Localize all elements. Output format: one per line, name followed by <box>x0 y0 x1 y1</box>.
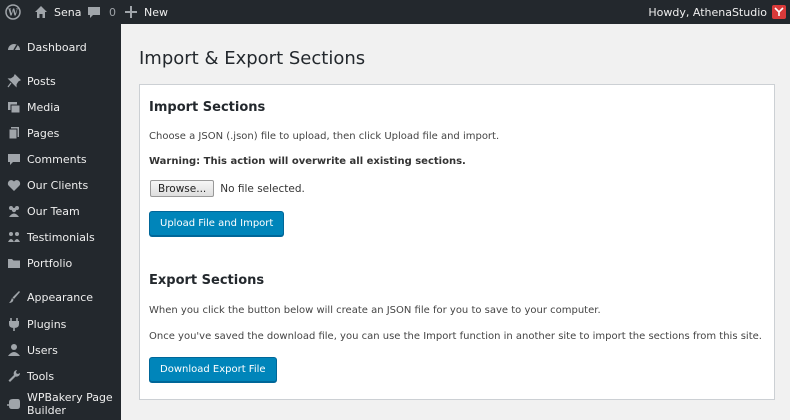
file-input[interactable]: Browse... No file selected. <box>150 180 305 197</box>
export-sections-heading: Export Sections <box>149 273 265 288</box>
sidebar-item-comments[interactable]: Comments <box>0 146 121 172</box>
comments-link[interactable]: 0 <box>86 0 116 24</box>
file-status: No file selected. <box>220 182 305 195</box>
sidebar-item-posts[interactable]: Posts <box>0 68 121 94</box>
heart-icon <box>7 180 21 191</box>
comment-icon <box>88 7 100 18</box>
wordpress-logo-icon: W <box>5 4 21 20</box>
sidebar-item-our-team[interactable]: Our Team <box>0 198 121 224</box>
brush-icon <box>9 291 20 303</box>
home-icon <box>35 6 47 18</box>
user-icon <box>8 344 20 356</box>
folder-icon <box>8 259 20 268</box>
wpbakery-icon <box>7 399 20 409</box>
export-description-2: Once you've saved the download file, you… <box>149 331 762 342</box>
import-warning: Warning: This action will overwrite all … <box>149 156 466 167</box>
comment-icon <box>8 154 20 165</box>
sidebar-item-portfolio[interactable]: Portfolio <box>0 250 121 276</box>
testimonials-icon <box>8 232 20 242</box>
admin-sidebar: Dashboard Posts Media Pages Comments Our… <box>0 24 121 420</box>
account-menu[interactable]: Howdy, AthenaStudio <box>648 0 786 24</box>
avatar-logo-icon <box>774 7 784 16</box>
new-label: New <box>144 5 168 19</box>
plugin-icon <box>9 318 19 331</box>
sidebar-item-plugins[interactable]: Plugins <box>0 311 121 337</box>
sidebar-item-media[interactable]: Media <box>0 94 121 120</box>
site-name: Sena <box>54 5 82 19</box>
howdy-text: Howdy, AthenaStudio <box>648 5 767 19</box>
sidebar-item-our-clients[interactable]: Our Clients <box>0 172 121 198</box>
site-name-link[interactable]: Sena <box>33 0 81 24</box>
sidebar-item-wpbakery[interactable]: WPBakery Page Builder <box>0 390 121 420</box>
sidebar-item-tools[interactable]: Tools <box>0 363 121 389</box>
pin-icon <box>7 73 22 88</box>
wrench-icon <box>8 370 21 382</box>
admin-bar: W Sena 0 New Howdy, AthenaStudio <box>0 0 790 24</box>
pages-icon <box>8 127 19 140</box>
avatar <box>772 5 786 19</box>
wordpress-logo-button[interactable]: W <box>5 0 21 24</box>
plus-icon <box>125 6 137 18</box>
import-instructions: Choose a JSON (.json) file to upload, th… <box>149 131 500 142</box>
svg-text:W: W <box>7 9 19 19</box>
sidebar-item-users[interactable]: Users <box>0 337 121 363</box>
sidebar-item-appearance[interactable]: Appearance <box>0 284 121 310</box>
browse-button[interactable]: Browse... <box>150 180 215 197</box>
import-sections-heading: Import Sections <box>149 100 266 115</box>
media-icon <box>8 102 21 114</box>
download-export-file-button[interactable]: Download Export File <box>149 357 277 382</box>
upload-and-import-button[interactable]: Upload File and Import <box>149 211 285 236</box>
sidebar-item-pages[interactable]: Pages <box>0 120 121 146</box>
import-export-panel: Import Sections Choose a JSON (.json) fi… <box>139 84 775 400</box>
export-description-1: When you click the button below will cre… <box>149 305 601 316</box>
dashboard-icon <box>8 44 20 51</box>
comments-count: 0 <box>109 5 116 19</box>
new-content-button[interactable]: New <box>123 0 168 24</box>
sidebar-item-testimonials[interactable]: Testimonials <box>0 224 121 250</box>
sidebar-item-dashboard[interactable]: Dashboard <box>0 34 121 60</box>
page-title: Import & Export Sections <box>139 48 366 69</box>
team-icon <box>9 206 19 217</box>
